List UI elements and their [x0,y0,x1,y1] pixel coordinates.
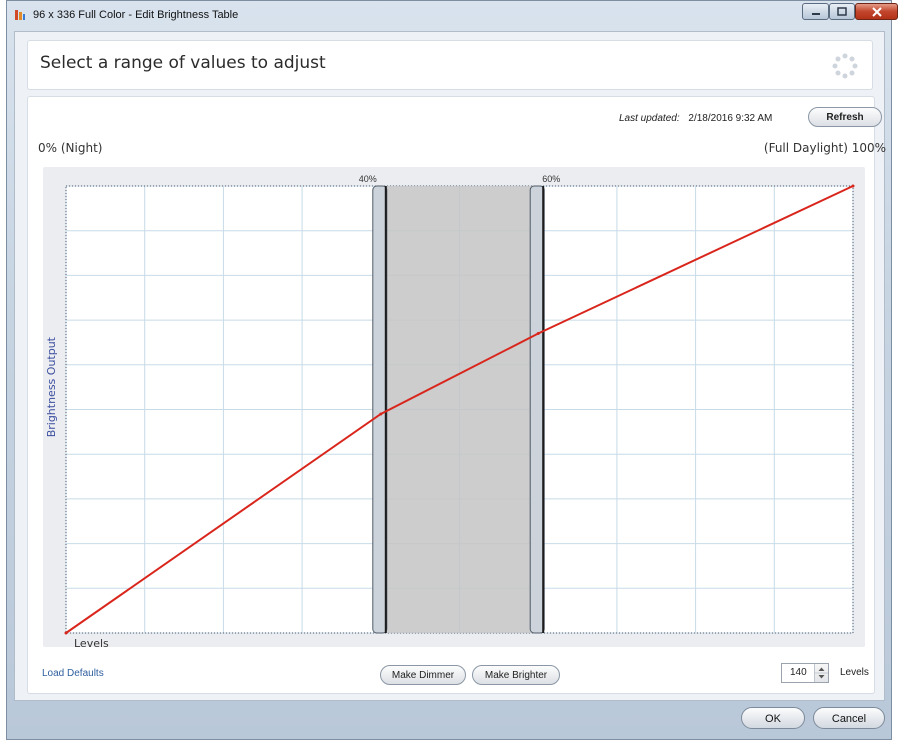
close-button[interactable] [855,3,898,20]
ok-button[interactable]: OK [741,707,805,729]
levels-input[interactable]: 140 [781,663,829,683]
dialog-window: 96 x 336 Full Color - Edit Brightness Ta… [6,0,898,740]
series-point [851,184,855,188]
client-area: Select a range of values to adjust Last … [14,31,886,701]
minimize-button[interactable] [802,3,829,20]
selection-end-label: 60% [542,174,560,184]
minimize-icon [811,12,820,15]
last-updated-value: 2/18/2016 9:32 AM [688,113,773,124]
last-updated: Last updated: 2/18/2016 9:32 AM [619,113,772,124]
last-updated-label: Last updated: [619,113,680,124]
close-icon [871,6,882,17]
window-title: 96 x 336 Full Color - Edit Brightness Ta… [33,9,239,21]
make-dimmer-button[interactable]: Make Dimmer [380,665,466,685]
levels-stepper[interactable] [814,664,828,682]
brightness-chart[interactable]: 40% 60% Brightness Output Levels [43,167,865,647]
chart-svg[interactable]: 40% 60% Brightness Output Levels [43,167,865,647]
selection-end-handle[interactable] [529,185,545,634]
x-axis-label: Levels [74,637,109,647]
spinner-icon [832,53,858,79]
header-panel: Select a range of values to adjust [27,40,873,90]
stepper-arrows[interactable] [815,664,828,682]
series-point [64,631,68,635]
selection-start-handle[interactable] [372,185,388,634]
refresh-button[interactable]: Refresh [808,107,882,127]
selection-start-label: 40% [359,174,377,184]
range-left-label: 0% (Night) [38,141,103,155]
selection-band[interactable] [380,186,539,633]
range-right-label: (Full Daylight) 100% [763,141,886,155]
cancel-button[interactable]: Cancel [813,707,885,729]
maximize-icon [837,7,847,16]
series-point [536,332,540,336]
spin-down-icon[interactable] [818,675,825,679]
main-panel: Last updated: 2/18/2016 9:32 AM Refresh … [27,96,886,694]
maximize-button[interactable] [829,3,855,20]
app-icon [15,10,25,20]
spin-up-icon[interactable] [818,667,825,672]
levels-value: 140 [790,667,807,678]
y-axis-label: Brightness Output [45,336,58,437]
levels-label: Levels [840,667,869,678]
make-brighter-button[interactable]: Make Brighter [472,665,560,685]
series-point [379,412,383,416]
title-bar[interactable]: 96 x 336 Full Color - Edit Brightness Ta… [7,1,898,31]
load-defaults-link[interactable]: Load Defaults [42,668,104,679]
page-title: Select a range of values to adjust [40,53,326,73]
